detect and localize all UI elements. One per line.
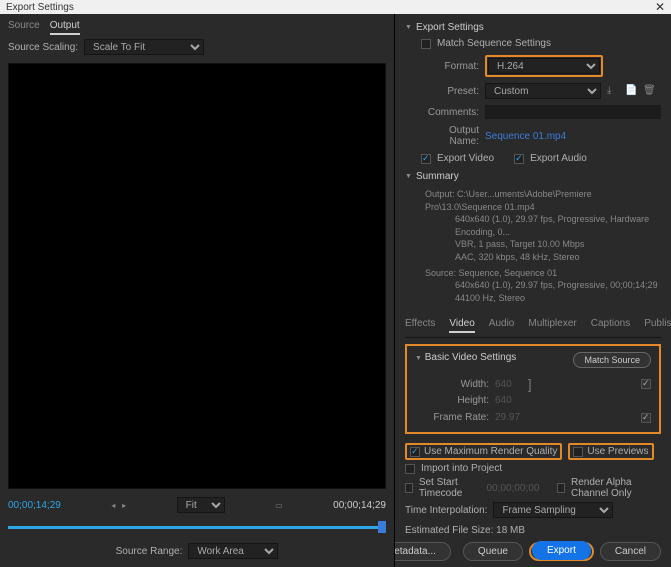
bvs-header: Basic Video Settings — [425, 352, 517, 363]
match-sequence-checkbox[interactable] — [421, 39, 431, 49]
time-interp-label: Time Interpolation: — [405, 505, 487, 516]
timecode-in[interactable]: 00;00;14;29 — [8, 500, 61, 511]
max-quality-checkbox[interactable] — [410, 447, 420, 457]
next-frame-icon[interactable]: ▸ — [120, 501, 128, 510]
summary-source-line2: 640x640 (1.0), 29.97 fps, Progressive, 0… — [455, 279, 661, 292]
format-select[interactable]: H.264 — [488, 58, 600, 74]
tab-effects[interactable]: Effects — [405, 316, 435, 333]
right-panel: ▼ Export Settings Match Sequence Setting… — [395, 14, 671, 567]
max-quality-label: Use Maximum Render Quality — [424, 446, 557, 457]
est-size-value: 18 MB — [496, 525, 525, 536]
link-dimensions-icon[interactable]: ] — [528, 376, 532, 392]
source-range-label: Source Range: — [116, 546, 183, 557]
comments-label: Comments: — [421, 107, 479, 118]
basic-video-settings: ▼ Basic Video Settings Match Source Widt… — [405, 344, 661, 434]
width-match-checkbox[interactable] — [641, 379, 651, 389]
summary-output-line3: VBR, 1 pass, Target 10.00 Mbps — [455, 238, 661, 251]
summary-source-line1: Sequence, Sequence 01 — [459, 268, 558, 278]
framerate-label: Frame Rate: — [431, 412, 489, 423]
import-project-label: Import into Project — [421, 463, 502, 474]
height-value[interactable]: 640 — [495, 395, 512, 406]
timecode-out: 00;00;14;29 — [333, 500, 386, 511]
tab-output[interactable]: Output — [50, 18, 80, 35]
width-value[interactable]: 640 — [495, 379, 512, 390]
close-icon[interactable]: ✕ — [655, 0, 665, 14]
export-audio-label: Export Audio — [530, 153, 587, 164]
slider-thumb[interactable] — [378, 521, 386, 533]
timeline-slider[interactable] — [8, 519, 386, 537]
tab-captions[interactable]: Captions — [591, 316, 630, 333]
comments-field[interactable] — [485, 105, 661, 119]
match-source-button[interactable]: Match Source — [573, 352, 651, 368]
framerate-match-checkbox[interactable] — [641, 413, 651, 423]
twisty-icon[interactable]: ▼ — [415, 355, 422, 362]
output-name-label: Output Name: — [421, 125, 479, 147]
summary-output-label: Output: — [425, 189, 455, 199]
start-tc-checkbox[interactable] — [405, 483, 413, 493]
source-scaling-label: Source Scaling: — [8, 42, 78, 53]
summary-source-label: Source: — [425, 268, 456, 278]
prev-frame-icon[interactable]: ◂ — [109, 501, 117, 510]
export-settings-header: Export Settings — [416, 22, 484, 33]
cancel-button[interactable]: Cancel — [600, 542, 661, 561]
use-previews-checkbox[interactable] — [573, 447, 583, 457]
summary-source-line3: 44100 Hz, Stereo — [455, 292, 661, 305]
summary-output-line4: AAC, 320 kbps, 48 kHz, Stereo — [455, 251, 661, 264]
tab-video[interactable]: Video — [449, 316, 474, 333]
est-size-label: Estimated File Size: — [405, 525, 493, 536]
height-label: Height: — [431, 395, 489, 406]
match-sequence-label: Match Sequence Settings — [437, 38, 551, 49]
source-scaling-select[interactable]: Scale To Fit — [84, 39, 204, 55]
twisty-icon[interactable]: ▼ — [405, 24, 412, 31]
use-previews-label: Use Previews — [587, 446, 648, 457]
width-label: Width: — [431, 379, 489, 390]
queue-button[interactable]: Queue — [463, 542, 523, 561]
output-name-link[interactable]: Sequence 01.mp4 — [485, 131, 566, 142]
tab-multiplexer[interactable]: Multiplexer — [528, 316, 576, 333]
format-label: Format: — [421, 61, 479, 72]
tab-publish[interactable]: Publish — [644, 316, 671, 333]
start-tc-value: 00;00;00;00 — [487, 483, 540, 494]
export-audio-checkbox[interactable] — [514, 154, 524, 164]
export-video-label: Export Video — [437, 153, 494, 164]
tab-audio[interactable]: Audio — [489, 316, 515, 333]
metadata-button[interactable]: Metadata... — [395, 542, 451, 561]
preset-select[interactable]: Custom — [485, 83, 601, 99]
import-project-checkbox[interactable] — [405, 464, 415, 474]
save-preset-icon[interactable]: ⤓ — [607, 85, 619, 97]
export-button[interactable]: Export — [532, 541, 591, 560]
render-alpha-label: Render Alpha Channel Only — [571, 477, 661, 499]
twisty-icon[interactable]: ▼ — [405, 173, 412, 180]
summary-output-line2: 640x640 (1.0), 29.97 fps, Progressive, H… — [455, 213, 661, 238]
framerate-value[interactable]: 29.97 — [495, 412, 520, 423]
export-video-checkbox[interactable] — [421, 154, 431, 164]
start-tc-label: Set Start Timecode — [419, 477, 481, 499]
summary-header: Summary — [416, 171, 459, 182]
source-range-select[interactable]: Work Area — [188, 543, 278, 559]
window-title: Export Settings — [6, 2, 74, 13]
left-panel: Source Output Source Scaling: Scale To F… — [0, 14, 395, 567]
render-alpha-checkbox[interactable] — [557, 483, 565, 493]
time-interp-select[interactable]: Frame Sampling — [493, 502, 613, 518]
preset-label: Preset: — [421, 86, 479, 97]
import-preset-icon[interactable]: 📄 — [625, 85, 637, 97]
aspect-icon[interactable]: ▭ — [273, 501, 285, 510]
delete-preset-icon[interactable]: 🗑 — [643, 85, 655, 97]
preview-area — [8, 63, 386, 489]
tab-source[interactable]: Source — [8, 18, 40, 35]
